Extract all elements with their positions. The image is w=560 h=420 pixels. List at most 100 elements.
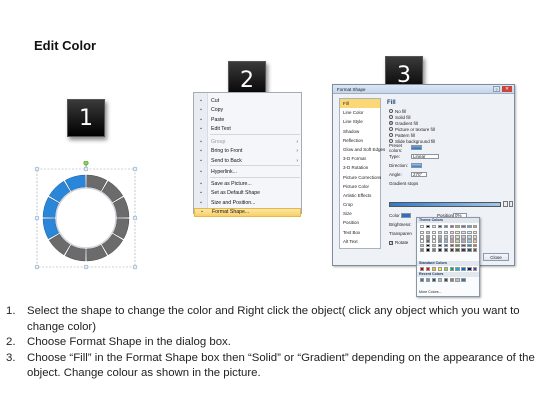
- color-swatch[interactable]: [420, 230, 425, 235]
- context-menu-item[interactable]: ▪ Save as Picture...: [194, 179, 301, 189]
- resize-handle-bl[interactable]: [34, 264, 40, 270]
- remove-stop-button[interactable]: [509, 201, 513, 207]
- rotation-handle[interactable]: [83, 160, 89, 166]
- color-swatch[interactable]: [473, 230, 478, 235]
- resize-handle-t[interactable]: [83, 166, 89, 172]
- category-item[interactable]: Fill: [340, 99, 380, 109]
- color-swatch[interactable]: [425, 239, 431, 243]
- preset-colors-button[interactable]: [411, 145, 422, 150]
- color-swatch[interactable]: [443, 230, 448, 235]
- color-swatch[interactable]: [449, 235, 454, 239]
- color-swatch[interactable]: [437, 267, 443, 271]
- close-icon[interactable]: ✕: [502, 86, 512, 92]
- color-swatch[interactable]: [431, 248, 437, 252]
- color-swatch[interactable]: [425, 235, 431, 239]
- color-swatch[interactable]: [461, 278, 466, 282]
- radio-button[interactable]: [389, 115, 393, 119]
- color-swatch[interactable]: [467, 224, 472, 229]
- color-swatch[interactable]: [455, 224, 460, 229]
- color-swatch[interactable]: [431, 235, 437, 239]
- color-swatch[interactable]: [473, 235, 478, 239]
- category-item[interactable]: Line Style: [340, 117, 380, 126]
- color-swatch[interactable]: [473, 248, 478, 252]
- type-select[interactable]: Linear: [411, 154, 439, 159]
- category-item[interactable]: Position: [340, 218, 380, 227]
- color-swatch[interactable]: [443, 267, 448, 271]
- color-swatch[interactable]: [443, 243, 448, 248]
- color-swatch[interactable]: [455, 243, 460, 248]
- category-item[interactable]: Reflection: [340, 136, 380, 145]
- category-item[interactable]: Artistic Effects: [340, 191, 380, 200]
- category-item[interactable]: 3-D Format: [340, 154, 380, 163]
- color-swatch[interactable]: [425, 243, 431, 248]
- color-swatch[interactable]: [431, 243, 437, 248]
- category-item[interactable]: Glow and Soft Edges: [340, 145, 385, 154]
- color-swatch[interactable]: [425, 267, 431, 271]
- add-stop-button[interactable]: [503, 201, 508, 207]
- context-menu-item[interactable]: ▪ Group ›: [194, 137, 301, 147]
- category-item[interactable]: Picture Corrections: [340, 173, 381, 182]
- color-swatch[interactable]: [443, 235, 448, 239]
- direction-button[interactable]: [411, 163, 422, 168]
- radio-button[interactable]: [389, 109, 393, 113]
- radio-button[interactable]: [389, 121, 393, 125]
- color-swatch[interactable]: [461, 239, 466, 243]
- color-swatch[interactable]: [449, 267, 454, 271]
- category-item[interactable]: Picture Color: [340, 182, 380, 191]
- ring-graphic[interactable]: [30, 160, 142, 273]
- color-swatch[interactable]: [455, 267, 460, 271]
- context-menu-item[interactable]: ▪ Paste: [194, 115, 301, 125]
- color-swatch[interactable]: [431, 239, 437, 243]
- context-menu-item[interactable]: ▪ Set as Default Shape: [194, 189, 301, 199]
- angle-input[interactable]: 270°: [411, 172, 427, 177]
- color-swatch[interactable]: [443, 248, 448, 252]
- category-item[interactable]: Text Box: [340, 228, 380, 237]
- help-icon[interactable]: ?: [493, 86, 500, 92]
- color-swatch[interactable]: [461, 235, 466, 239]
- color-swatch[interactable]: [467, 230, 472, 235]
- color-picker-button[interactable]: [401, 213, 411, 218]
- color-swatch[interactable]: [420, 267, 425, 271]
- category-item[interactable]: Line Color: [340, 108, 380, 117]
- color-swatch[interactable]: [455, 248, 460, 252]
- color-swatch[interactable]: [449, 243, 454, 248]
- color-swatch[interactable]: [443, 239, 448, 243]
- color-swatch[interactable]: [473, 224, 478, 229]
- color-swatch[interactable]: [437, 248, 443, 252]
- context-menu-item[interactable]: ▪ Edit Text: [194, 125, 301, 135]
- color-swatch[interactable]: [420, 248, 425, 252]
- color-swatch[interactable]: [449, 278, 454, 282]
- resize-handle-br[interactable]: [132, 264, 138, 270]
- color-swatch[interactable]: [420, 235, 425, 239]
- color-swatch[interactable]: [425, 248, 431, 252]
- color-swatch[interactable]: [461, 267, 466, 271]
- category-item[interactable]: Alt Text: [340, 237, 380, 246]
- color-swatch[interactable]: [455, 278, 460, 282]
- resize-handle-tl[interactable]: [34, 166, 40, 172]
- category-item[interactable]: Crop: [340, 200, 380, 209]
- color-swatch[interactable]: [437, 278, 443, 282]
- rotate-checkbox[interactable]: ✓: [389, 240, 393, 245]
- color-swatch[interactable]: [467, 243, 472, 248]
- color-swatch[interactable]: [467, 235, 472, 239]
- color-swatch[interactable]: [461, 248, 466, 252]
- more-colors-link[interactable]: More Colors...: [419, 290, 442, 294]
- color-swatch[interactable]: [420, 243, 425, 248]
- context-menu-item[interactable]: ▪ Copy: [194, 106, 301, 116]
- category-item[interactable]: 3-D Rotation: [340, 163, 380, 172]
- color-swatch[interactable]: [431, 267, 437, 271]
- color-swatch[interactable]: [461, 224, 466, 229]
- context-menu-item[interactable]: ▪ Hyperlink...: [194, 167, 301, 177]
- color-swatch[interactable]: [449, 248, 454, 252]
- dialog-close-button[interactable]: Close: [483, 253, 509, 261]
- color-swatch[interactable]: [437, 243, 443, 248]
- color-swatch[interactable]: [431, 278, 437, 282]
- resize-handle-tr[interactable]: [132, 166, 138, 172]
- color-swatch[interactable]: [431, 224, 437, 229]
- color-swatch[interactable]: [455, 235, 460, 239]
- color-swatch[interactable]: [449, 239, 454, 243]
- color-swatch[interactable]: [437, 230, 443, 235]
- category-item[interactable]: Shadow: [340, 127, 380, 136]
- context-menu-item[interactable]: ▪ Size and Position...: [194, 198, 301, 208]
- context-menu-item[interactable]: ▪ Bring to Front ›: [194, 147, 301, 157]
